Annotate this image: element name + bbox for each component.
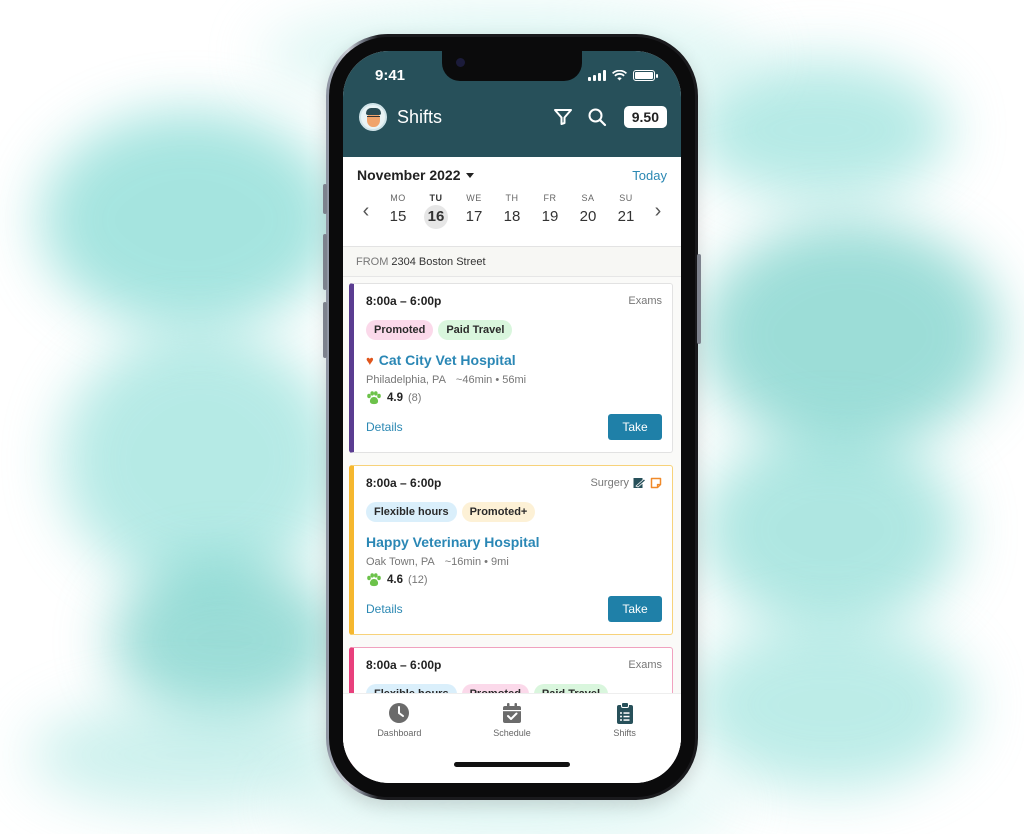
- tab-schedule[interactable]: Schedule: [472, 700, 552, 738]
- details-link[interactable]: Details: [366, 420, 403, 434]
- day-number: 19: [541, 208, 559, 225]
- chevron-right-icon[interactable]: ›: [649, 200, 667, 223]
- from-label: FROM: [356, 256, 389, 268]
- volume-down-button: [323, 302, 327, 358]
- shift-type: Exams: [628, 295, 662, 307]
- note-icon: [650, 477, 662, 489]
- location-text: Oak Town, PA: [366, 556, 435, 568]
- day-item-selected[interactable]: TU 16: [421, 193, 451, 229]
- week-calendar: November 2022 Today ‹ MO 15 TU 16 WE 17 TH 1…: [343, 157, 681, 247]
- day-item[interactable]: FR 19: [535, 193, 565, 229]
- day-number: 17: [465, 208, 483, 225]
- page-title: Shifts: [397, 106, 443, 127]
- hospital-link[interactable]: Happy Veterinary Hospital: [366, 534, 662, 550]
- signature-icon: [633, 478, 646, 488]
- score-badge[interactable]: 9.50: [623, 106, 667, 128]
- from-address: 2304 Boston Street: [391, 256, 486, 268]
- rating-count: (12): [408, 574, 428, 586]
- tab-dashboard[interactable]: Dashboard: [359, 700, 439, 738]
- location-text: Philadelphia, PA: [366, 374, 446, 386]
- phone-frame: 9:41 Shifts 9.50 November 2022 Today ‹ M…: [323, 34, 701, 800]
- take-button[interactable]: Take: [608, 596, 662, 622]
- day-of-week: SA: [581, 193, 595, 203]
- day-number: 21: [617, 208, 635, 225]
- day-item[interactable]: TH 18: [497, 193, 527, 229]
- filter-icon[interactable]: [550, 104, 576, 130]
- paw-icon: [367, 573, 381, 587]
- day-number: 18: [503, 208, 521, 225]
- avatar[interactable]: [359, 103, 387, 131]
- tag-promoted: Promoted: [366, 320, 434, 340]
- hospital-location: Philadelphia, PA ~46min • 56mi: [366, 374, 662, 386]
- shift-time: 8:00a – 6:00p: [366, 294, 442, 308]
- tag-promoted-plus: Promoted+: [461, 502, 536, 522]
- notch: [442, 51, 582, 81]
- month-selector[interactable]: November 2022: [357, 167, 474, 183]
- heart-icon: ♥: [366, 352, 374, 368]
- day-number: 20: [579, 208, 597, 225]
- day-item[interactable]: MO 15: [383, 193, 413, 229]
- tab-label: Dashboard: [377, 728, 422, 738]
- hospital-rating: 4.6 (12): [366, 573, 662, 587]
- tab-label: Shifts: [613, 728, 636, 738]
- rating-count: (8): [408, 392, 422, 404]
- day-of-week: FR: [543, 193, 557, 203]
- shift-card[interactable]: 8:00a – 6:00p Exams Promoted Paid Travel…: [349, 283, 673, 453]
- paw-icon: [367, 391, 381, 405]
- front-camera: [456, 58, 465, 67]
- chevron-left-icon[interactable]: ‹: [357, 200, 375, 223]
- day-of-week: MO: [390, 193, 406, 203]
- day-of-week: TH: [505, 193, 519, 203]
- day-number: 15: [389, 208, 407, 225]
- from-address-bar[interactable]: FROM 2304 Boston Street: [343, 247, 681, 277]
- cellular-signal-icon: [588, 70, 606, 81]
- day-item[interactable]: WE 17: [459, 193, 489, 229]
- shift-time: 8:00a – 6:00p: [366, 658, 442, 672]
- month-label: November 2022: [357, 167, 461, 183]
- clipboard-list-icon: [616, 701, 633, 724]
- tag-flexible-hours: Flexible hours: [366, 502, 457, 522]
- hospital-name: Cat City Vet Hospital: [378, 352, 516, 368]
- hospital-rating: 4.9 (8): [366, 391, 662, 405]
- tab-shifts[interactable]: Shifts: [585, 700, 665, 738]
- hospital-location: Oak Town, PA ~16min • 9mi: [366, 556, 662, 568]
- power-button: [697, 254, 701, 344]
- calendar-check-icon: [502, 703, 521, 723]
- day-of-week: TU: [429, 193, 443, 203]
- shift-type: Surgery: [590, 477, 629, 489]
- shift-type: Exams: [628, 659, 662, 671]
- battery-icon: [633, 70, 658, 81]
- shift-card[interactable]: 8:00a – 6:00p Surgery Flexible hours Pro…: [349, 465, 673, 635]
- take-button[interactable]: Take: [608, 414, 662, 440]
- home-indicator[interactable]: [454, 762, 570, 767]
- day-of-week: SU: [619, 193, 633, 203]
- rating-value: 4.9: [387, 392, 403, 404]
- day-item[interactable]: SA 20: [573, 193, 603, 229]
- wifi-icon: [612, 70, 627, 81]
- tab-label: Schedule: [493, 728, 531, 738]
- details-link[interactable]: Details: [366, 602, 403, 616]
- caret-down-icon: [465, 172, 474, 178]
- hospital-name: Happy Veterinary Hospital: [366, 534, 540, 550]
- clock-icon: [389, 703, 410, 723]
- day-item[interactable]: SU 21: [611, 193, 641, 229]
- rating-value: 4.6: [387, 574, 403, 586]
- status-time: 9:41: [375, 67, 406, 84]
- search-icon[interactable]: [584, 104, 610, 130]
- distance-text: ~16min • 9mi: [444, 556, 509, 568]
- day-of-week: WE: [466, 193, 482, 203]
- hospital-link[interactable]: ♥ Cat City Vet Hospital: [366, 352, 662, 368]
- shift-time: 8:00a – 6:00p: [366, 476, 442, 490]
- mute-switch: [323, 184, 327, 214]
- tag-paid-travel: Paid Travel: [438, 320, 513, 340]
- today-link[interactable]: Today: [632, 168, 667, 183]
- phone-screen: 9:41 Shifts 9.50 November 2022 Today ‹ M…: [343, 51, 681, 783]
- distance-text: ~46min • 56mi: [455, 374, 527, 386]
- day-number: 16: [424, 205, 448, 229]
- volume-up-button: [323, 234, 327, 290]
- bottom-tab-bar: Dashboard Schedule Shifts: [343, 693, 681, 783]
